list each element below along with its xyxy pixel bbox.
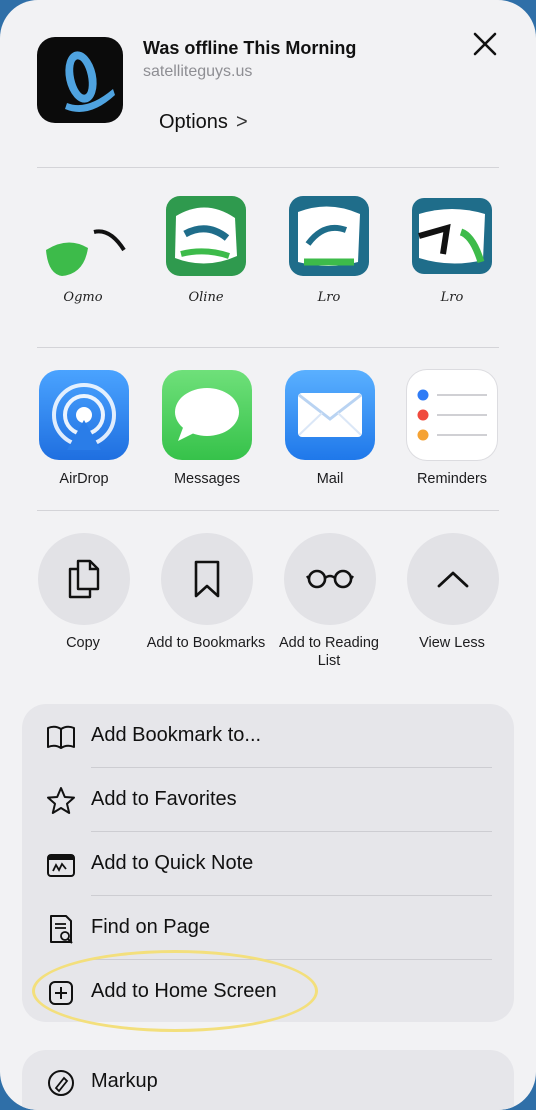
action-label: View Less <box>419 635 485 651</box>
bookmark-icon <box>161 533 253 625</box>
menu-item-label: Markup <box>91 1070 158 1092</box>
quick-note-icon <box>47 854 75 877</box>
page-title: Was offline This Morning <box>143 38 357 58</box>
action-copy[interactable]: Copy <box>23 533 143 652</box>
share-app-reminders[interactable]: Reminders <box>397 370 507 487</box>
app-label: Messages <box>173 471 241 487</box>
contact-name: Lro <box>440 290 464 305</box>
contact-suggestion[interactable]: Ogmo <box>28 192 138 312</box>
menu-item-label: Add to Favorites <box>91 788 237 810</box>
contact-name: Oline <box>188 290 224 305</box>
page-domain: satelliteguys.us <box>143 63 253 80</box>
close-button[interactable] <box>458 17 512 71</box>
copy-icon <box>38 533 130 625</box>
action-view-less[interactable]: View Less <box>392 533 512 652</box>
menu-item-label: Find on Page <box>91 916 210 938</box>
options-button[interactable]: Options > <box>141 100 266 144</box>
action-add-to-bookmarks[interactable]: Add to Bookmarks <box>146 533 266 652</box>
close-icon <box>473 32 497 56</box>
contact-avatar-icon <box>166 196 246 276</box>
contact-avatar-icon <box>289 196 369 276</box>
app-label: AirDrop <box>59 471 109 487</box>
contact-avatar-icon <box>412 198 492 274</box>
share-sheet: Was offline This Morning satelliteguys.u… <box>0 0 536 1110</box>
share-app-messages[interactable]: Messages <box>152 370 262 487</box>
contact-name: Ogmo <box>63 290 103 305</box>
action-list: Add Bookmark to... Add to Favorites Add … <box>22 704 514 1022</box>
reminders-icon <box>407 370 497 460</box>
menu-item-add-to-favorites[interactable]: Add to Favorites <box>22 768 514 832</box>
chevron-up-icon <box>407 533 499 625</box>
menu-item-add-to-quick-note[interactable]: Add to Quick Note <box>22 832 514 896</box>
messages-icon <box>162 370 252 460</box>
share-app-mail[interactable]: Mail <box>275 370 385 487</box>
contact-suggestion[interactable]: Lro <box>274 192 384 312</box>
options-label: Options <box>159 110 228 133</box>
divider <box>37 167 499 168</box>
chevron-right-icon: > <box>235 110 248 133</box>
action-label: Copy <box>66 635 100 651</box>
action-label: Add to Reading List <box>279 635 379 669</box>
menu-item-find-on-page[interactable]: Find on Page <box>22 896 514 960</box>
contact-suggestion[interactable]: Lro <box>397 192 507 312</box>
menu-item-add-to-home-screen[interactable]: Add to Home Screen <box>22 960 514 1024</box>
mail-icon <box>285 370 375 460</box>
menu-item-label: Add Bookmark to... <box>91 724 262 746</box>
contact-name: Lro <box>317 290 341 305</box>
contact-avatar-icon <box>46 229 126 276</box>
find-on-page-icon <box>50 915 73 944</box>
divider <box>37 347 499 348</box>
action-label: Add to Bookmarks <box>146 635 266 651</box>
contact-suggestion[interactable]: Oline <box>151 192 261 312</box>
share-app-airdrop[interactable]: AirDrop <box>29 370 139 487</box>
menu-item-label: Add to Home Screen <box>91 980 277 1002</box>
menu-item-add-bookmark-to[interactable]: Add Bookmark to... <box>22 704 514 768</box>
book-icon <box>47 725 75 749</box>
star-icon <box>47 787 75 814</box>
glasses-icon <box>284 533 376 625</box>
markup-icon <box>48 1070 74 1096</box>
action-add-to-reading-list[interactable]: Add to Reading List <box>269 533 389 670</box>
app-label: Reminders <box>416 471 488 487</box>
app-label: Mail <box>316 471 344 487</box>
action-list-secondary: Markup <box>22 1050 514 1110</box>
menu-item-label: Add to Quick Note <box>91 852 254 874</box>
site-app-icon <box>37 37 123 123</box>
airdrop-icon <box>39 370 129 460</box>
divider <box>37 510 499 511</box>
menu-item-markup[interactable]: Markup <box>22 1050 514 1110</box>
plus-square-icon <box>49 981 73 1005</box>
